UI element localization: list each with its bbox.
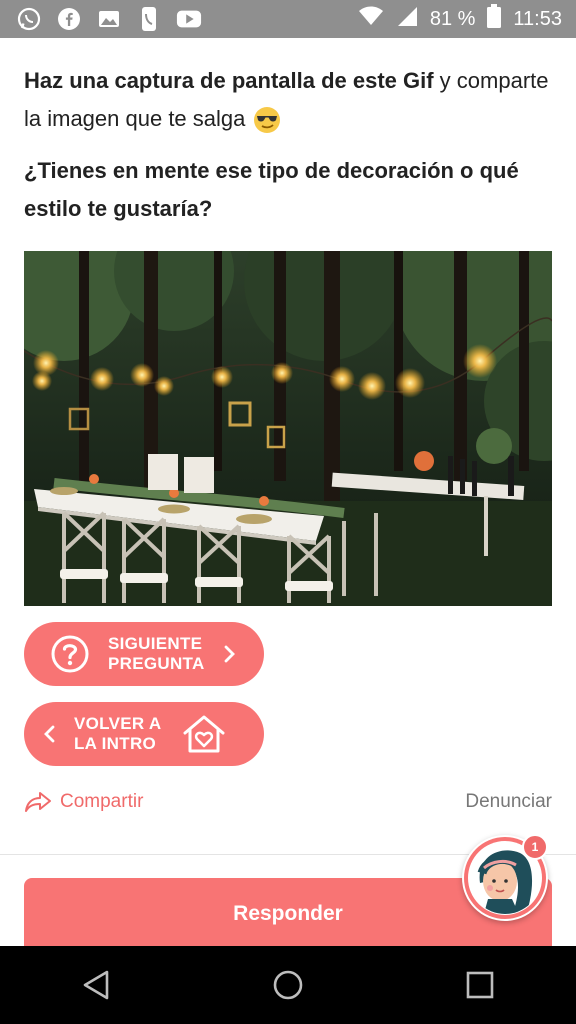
back-to-intro-line1: VOLVER A (74, 714, 162, 733)
chevron-left-icon (42, 724, 56, 744)
question-block: Haz una captura de pantalla de este Gif … (24, 62, 552, 228)
question-prompt: ¿Tienes en mente ese tipo de decoración … (24, 158, 519, 221)
phone-icon (136, 6, 162, 32)
battery-percent: 81 % (429, 7, 476, 30)
signal-icon (396, 5, 418, 33)
recents-nav-button[interactable] (450, 955, 510, 1015)
youtube-icon (176, 6, 202, 32)
navigation-bar (0, 946, 576, 1024)
status-bar: 81 % 11:53 (0, 0, 576, 38)
whatsapp-icon (16, 6, 42, 32)
reply-label: Responder (233, 902, 343, 925)
next-question-label: SIGUIENTE PREGUNTA (108, 634, 205, 674)
question-mark-icon (50, 634, 90, 674)
clock: 11:53 (513, 7, 562, 30)
share-link[interactable]: Compartir (24, 791, 143, 813)
back-to-intro-label: VOLVER A LA INTRO (74, 714, 161, 754)
back-nav-button[interactable] (66, 955, 126, 1015)
square-recents-icon (466, 971, 494, 999)
wedding-decor-gif (24, 251, 552, 606)
next-question-button[interactable]: SIGUIENTE PREGUNTA (24, 622, 264, 686)
sunglasses-emoji-icon (252, 105, 282, 135)
share-icon (24, 791, 52, 813)
action-links: Compartir Denunciar (24, 786, 552, 818)
triangle-back-icon (81, 969, 111, 1001)
facebook-icon (56, 6, 82, 32)
chevron-right-icon (223, 644, 237, 664)
battery-icon (487, 4, 502, 34)
notification-badge: 1 (522, 834, 548, 860)
next-question-line1: SIGUIENTE (108, 634, 203, 653)
home-heart-icon (181, 713, 227, 755)
back-to-intro-button[interactable]: VOLVER A LA INTRO (24, 702, 264, 766)
instruction-bold: Haz una captura de pantalla de este Gif (24, 68, 434, 93)
gallery-icon (96, 6, 122, 32)
home-nav-button[interactable] (258, 955, 318, 1015)
instruction-text: Haz una captura de pantalla de este Gif … (24, 62, 552, 138)
circle-home-icon (272, 969, 304, 1001)
next-question-line2: PREGUNTA (108, 654, 205, 673)
wifi-icon (358, 6, 384, 32)
report-link[interactable]: Denunciar (465, 791, 552, 813)
share-label: Compartir (60, 791, 144, 812)
back-to-intro-line2: LA INTRO (74, 734, 157, 753)
